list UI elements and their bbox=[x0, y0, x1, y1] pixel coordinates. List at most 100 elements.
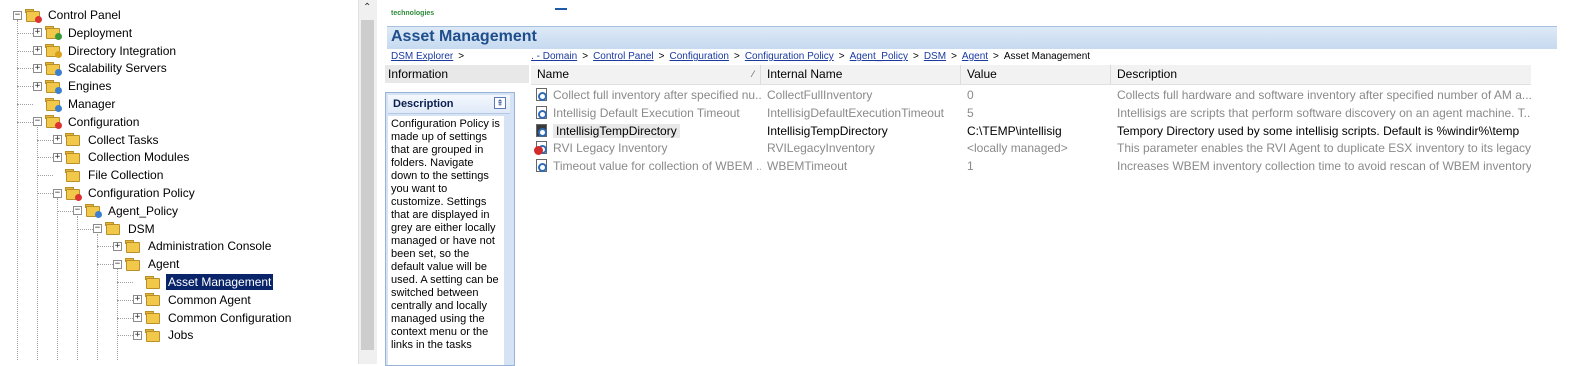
column-header-description[interactable]: Description bbox=[1111, 65, 1531, 84]
information-header: Information bbox=[385, 65, 529, 83]
tree-item-manager[interactable]: Manager bbox=[33, 95, 117, 113]
expand-icon[interactable]: + bbox=[133, 295, 142, 305]
tree-guide bbox=[37, 126, 38, 361]
breadcrumb-separator: > bbox=[993, 51, 999, 62]
table-row[interactable]: RVI Legacy Inventory RVILegacyInventory <l… bbox=[531, 139, 1531, 157]
tree-item-common-agent[interactable]: + Common Agent bbox=[133, 291, 253, 309]
tree-item-engines[interactable]: + Engines bbox=[33, 77, 113, 95]
tree-connector bbox=[77, 228, 93, 230]
cell-description: Collects full hardware and software inve… bbox=[1117, 88, 1531, 102]
breadcrumb-separator: > bbox=[733, 51, 740, 62]
tree-item-label: Scalability Servers bbox=[68, 61, 167, 76]
table-row[interactable]: Collect full inventory after specified n… bbox=[531, 86, 1531, 104]
breadcrumb-separator: > bbox=[582, 51, 589, 62]
tree-item-label: Common Configuration bbox=[168, 310, 292, 325]
tree-connector bbox=[37, 139, 53, 141]
tree-item-agent[interactable]: − Agent bbox=[113, 255, 181, 273]
breadcrumb-link[interactable]: DSM Explorer bbox=[391, 51, 453, 62]
cell-internal: IntellisigDefaultExecutionTimeout bbox=[767, 105, 944, 120]
expand-icon[interactable]: + bbox=[53, 152, 62, 162]
collapse-icon[interactable]: ⇞ bbox=[494, 97, 506, 109]
folder-icon bbox=[65, 132, 82, 147]
tree-item-agent-policy[interactable]: − Agent_Policy bbox=[73, 202, 180, 220]
configuration-icon bbox=[45, 114, 62, 130]
breadcrumb-link[interactable]: Configuration bbox=[670, 51, 729, 62]
expand-icon[interactable]: + bbox=[113, 241, 122, 251]
breadcrumb-link[interactable]: Agent_Policy bbox=[850, 51, 908, 62]
tree-item-label: Configuration bbox=[68, 114, 140, 129]
tree-item-collect-tasks[interactable]: + Collect Tasks bbox=[53, 131, 160, 149]
collapse-icon[interactable]: − bbox=[73, 206, 82, 216]
description-panel: Description ⇞ Configuration Policy is ma… bbox=[385, 92, 515, 366]
engines-icon bbox=[45, 79, 62, 94]
breadcrumb-link[interactable]: DSM bbox=[924, 51, 946, 62]
folder-icon bbox=[145, 275, 162, 290]
expand-icon[interactable]: + bbox=[133, 330, 142, 340]
expand-icon[interactable]: + bbox=[33, 81, 42, 91]
table-row[interactable]: IntellisigTempDirectory IntellisigTempDir… bbox=[531, 122, 1531, 140]
tree-item-scalability-servers[interactable]: + Scalability Servers bbox=[33, 59, 169, 77]
tree-item-label: Collection Modules bbox=[88, 150, 190, 165]
cell-value: 5 bbox=[967, 105, 974, 120]
control-panel-icon bbox=[25, 8, 42, 23]
expand-icon[interactable]: + bbox=[33, 63, 42, 73]
directory-icon bbox=[45, 43, 62, 59]
collapse-icon[interactable]: − bbox=[33, 117, 42, 127]
cell-description: Intellisigs are scripts that perform sof… bbox=[1117, 105, 1531, 120]
column-header-name[interactable]: Name ⁄ bbox=[531, 65, 761, 84]
cell-value: 1 bbox=[967, 159, 974, 174]
tree-item-file-collection[interactable]: File Collection bbox=[53, 166, 165, 184]
tree-connector bbox=[117, 282, 133, 283]
table-row[interactable]: Intellisig Default Execution Timeout Inte… bbox=[531, 104, 1531, 122]
expand-icon[interactable]: + bbox=[53, 135, 62, 145]
tree-item-label: Jobs bbox=[168, 328, 194, 343]
tree-item-common-configuration[interactable]: + Common Configuration bbox=[133, 309, 293, 327]
expand-icon[interactable]: + bbox=[33, 46, 42, 56]
tree-connector bbox=[37, 193, 53, 194]
breadcrumb-link[interactable]: Agent bbox=[962, 51, 988, 62]
manager-icon bbox=[45, 97, 62, 112]
tree-scrollbar[interactable]: ⌃ bbox=[358, 0, 377, 364]
column-header-value[interactable]: Value bbox=[961, 65, 1111, 84]
folder-icon bbox=[145, 328, 162, 343]
tree-item-label: DSM bbox=[128, 221, 155, 236]
tree-item-deployment[interactable]: + Deployment bbox=[33, 24, 134, 42]
title-bar: Asset Management bbox=[387, 26, 1557, 49]
tree-connector bbox=[117, 335, 133, 337]
tree-item-jobs[interactable]: + Jobs bbox=[133, 326, 195, 344]
grid-header: Name ⁄ Internal Name Value Description bbox=[531, 65, 1531, 85]
tree-item-dsm[interactable]: − DSM bbox=[93, 220, 157, 238]
collapse-icon[interactable]: − bbox=[13, 10, 22, 20]
tree-item-label: Agent bbox=[148, 257, 180, 272]
tree-item-collection-modules[interactable]: + Collection Modules bbox=[53, 148, 191, 166]
policy-icon bbox=[85, 203, 102, 219]
breadcrumb-link[interactable]: Control Panel bbox=[593, 51, 654, 62]
deployment-icon bbox=[45, 25, 62, 41]
tree-item-configuration[interactable]: − Configuration bbox=[33, 113, 141, 131]
cell-internal: IntellisigTempDirectory bbox=[767, 123, 888, 138]
table-row[interactable]: Timeout value for collection of WBEM ...… bbox=[531, 157, 1531, 175]
tree-item-control-panel[interactable]: − Control Panel bbox=[13, 6, 123, 24]
tree-connector bbox=[97, 264, 113, 266]
tree-item-directory-integration[interactable]: + Directory Integration bbox=[33, 42, 178, 60]
collapse-icon[interactable]: − bbox=[93, 224, 102, 234]
breadcrumb-link[interactable]: Configuration Policy bbox=[745, 51, 834, 62]
column-header-internal-name[interactable]: Internal Name bbox=[761, 65, 961, 84]
tree-connector bbox=[37, 175, 53, 177]
scrollbar-thumb[interactable] bbox=[361, 20, 374, 350]
expand-icon[interactable]: + bbox=[33, 28, 42, 38]
tree-item-asset-management[interactable]: Asset Management bbox=[133, 273, 275, 291]
scroll-up-icon[interactable]: ⌃ bbox=[363, 2, 371, 13]
tree-item-configuration-policy[interactable]: − Configuration Policy bbox=[53, 184, 197, 202]
column-label: Name bbox=[537, 67, 570, 81]
tree-item-administration-console[interactable]: + Administration Console bbox=[113, 237, 273, 255]
expand-icon[interactable]: + bbox=[133, 313, 142, 323]
breadcrumb-link[interactable]: . - Domain bbox=[469, 51, 577, 62]
collapse-icon[interactable]: − bbox=[113, 259, 122, 269]
folder-icon bbox=[65, 150, 82, 165]
cell-value: 0 bbox=[967, 88, 974, 102]
page-title: Asset Management bbox=[391, 28, 537, 45]
collapse-icon[interactable]: − bbox=[53, 188, 62, 198]
breadcrumb-separator: > bbox=[658, 51, 665, 62]
cell-name: RVI Legacy Inventory bbox=[553, 141, 668, 156]
